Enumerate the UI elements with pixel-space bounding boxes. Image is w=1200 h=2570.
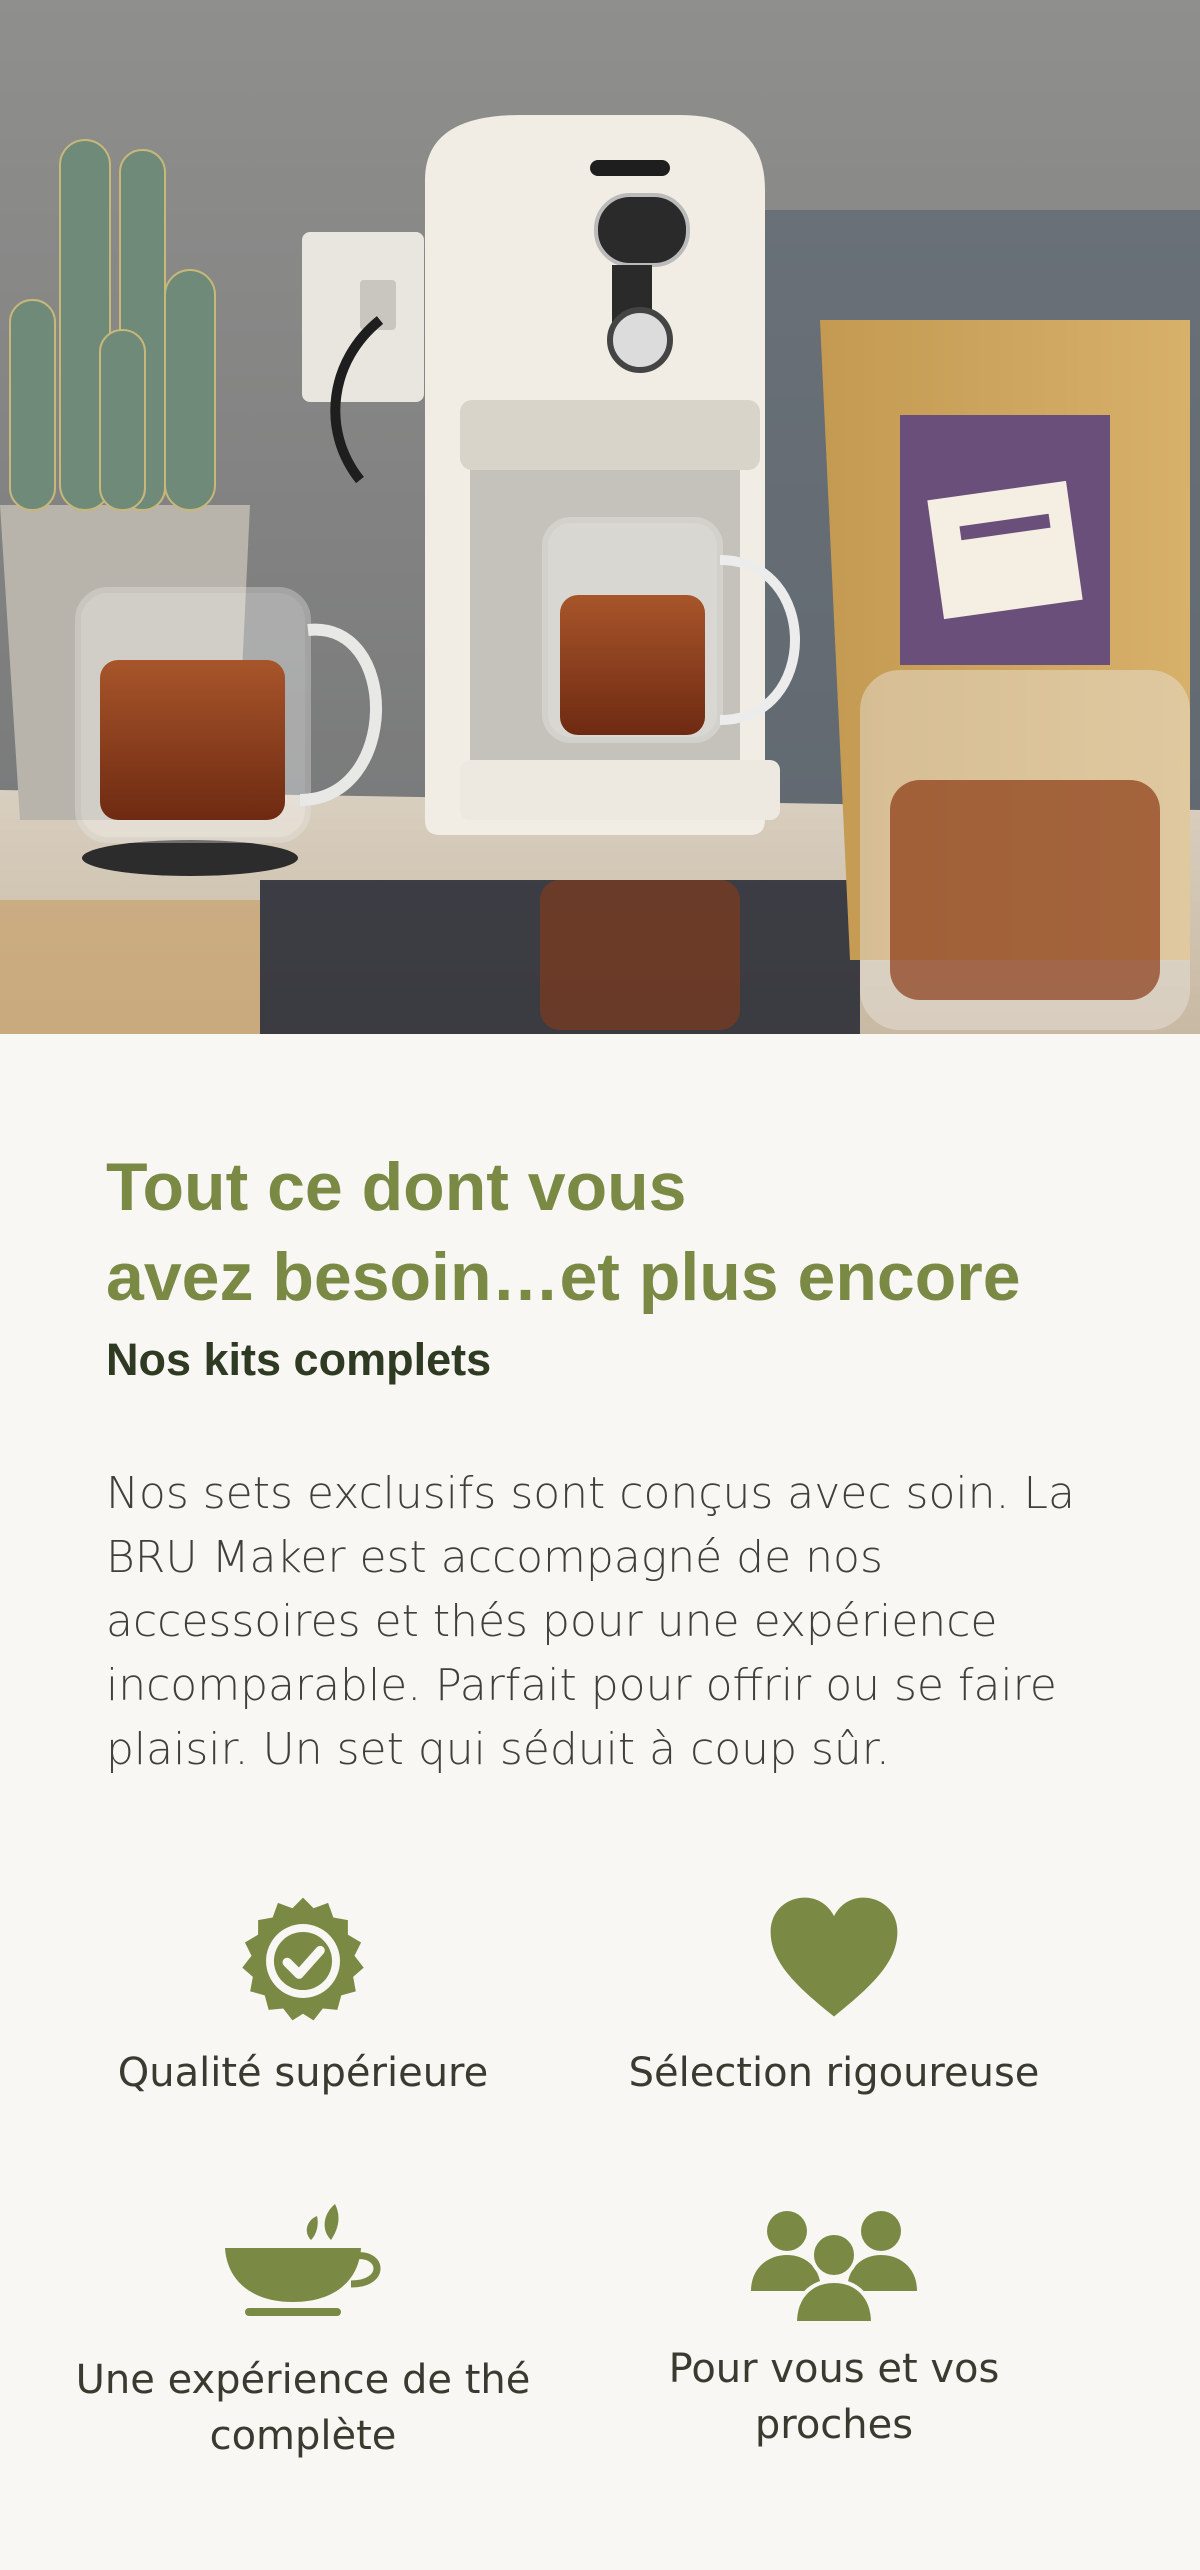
tea-glass-foreground	[860, 670, 1190, 1030]
headline-line-2: avez besoin…et plus encore	[106, 1239, 1021, 1315]
section-subheadline: Nos kits complets	[106, 1334, 492, 1385]
kits-section: Tout ce dont vous avez besoin…et plus en…	[0, 1034, 1200, 2570]
feature-label: Sélection rigoureuse	[628, 2050, 1040, 2096]
section-headline: Tout ce dont vous avez besoin…et plus en…	[106, 1142, 1116, 1322]
hero-image	[0, 0, 1200, 1034]
section-description: Nos sets exclusifs sont conçus avec soin…	[106, 1468, 1075, 1775]
tea-cup-icon	[225, 2204, 381, 2316]
feature-people: Pour vous et vos proches	[584, 2211, 1084, 2453]
feature-label: Qualité supérieure	[117, 2050, 489, 2096]
feature-selection: Sélection rigoureuse	[584, 1895, 1084, 2101]
feature-label: Pour vous et vos proches	[668, 2346, 1000, 2448]
people-group-icon	[751, 2211, 917, 2323]
badge-check-icon	[242, 1897, 364, 2021]
headline-line-1: Tout ce dont vous	[106, 1149, 687, 1225]
heart-icon	[770, 1897, 898, 2017]
feature-label: Une expérience de thé complète	[75, 2357, 531, 2459]
feature-tea-experience: Une expérience de thé complète	[53, 2194, 553, 2464]
feature-quality: Qualité supérieure	[53, 1895, 553, 2101]
hero-illustration	[0, 0, 1200, 1034]
bru-maker-machine	[425, 115, 800, 835]
